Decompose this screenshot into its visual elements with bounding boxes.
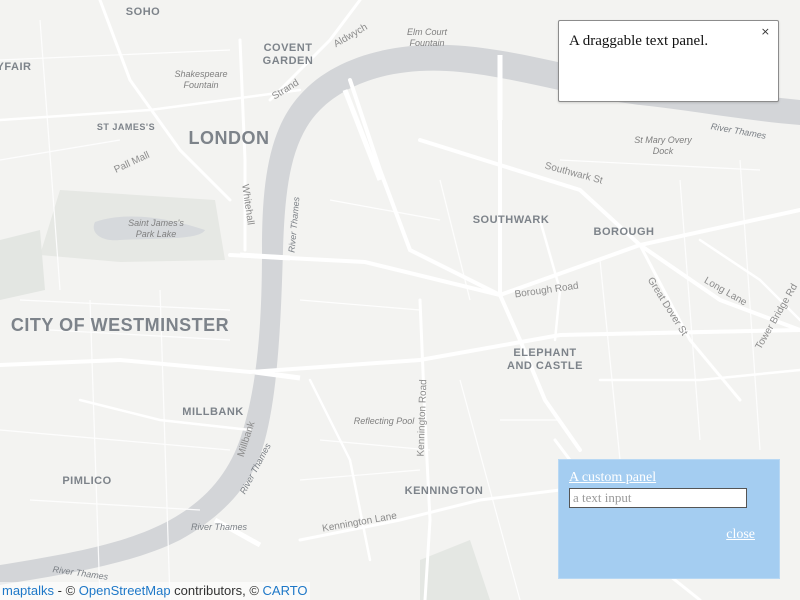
custom-panel-title[interactable]: A custom panel — [569, 470, 656, 486]
label-millbank: MILLBANK — [182, 406, 243, 418]
close-link[interactable]: close — [726, 527, 755, 543]
label-st-mary-overy-2: Dock — [653, 146, 674, 156]
label-st-james-park-1: Saint James's — [128, 218, 184, 228]
green-park — [0, 230, 45, 300]
label-london: LONDON — [189, 128, 270, 148]
label-covent-garden-2: GARDEN — [263, 55, 314, 67]
label-shakespeare-1: Shakespeare — [174, 69, 227, 79]
maptalks-link[interactable]: maptalks — [2, 583, 54, 598]
openstreetmap-link[interactable]: OpenStreetMap — [79, 583, 171, 598]
label-shakespeare-2: Fountain — [183, 80, 218, 90]
label-southwark: SOUTHWARK — [473, 214, 550, 226]
label-elephant-1: ELEPHANT — [513, 347, 576, 359]
label-elm-court-2: Fountain — [409, 38, 444, 48]
attribution-contributors: contributors, © — [170, 583, 263, 598]
label-st-james: ST JAMES'S — [97, 122, 155, 132]
label-kennington: KENNINGTON — [405, 485, 484, 497]
label-covent-garden-1: COVENT — [264, 42, 313, 54]
label-mayfair: YFAIR — [0, 61, 31, 73]
attribution-sep: - © — [54, 583, 79, 598]
draggable-panel-text: A draggable text panel. — [569, 33, 709, 49]
label-westminster: CITY OF WESTMINSTER — [11, 315, 229, 335]
draggable-text-panel[interactable]: A draggable text panel. × — [558, 20, 779, 102]
close-icon[interactable]: × — [761, 25, 770, 38]
map-attribution: maptalks - © OpenStreetMap contributors,… — [0, 582, 310, 600]
label-elephant-2: AND CASTLE — [507, 360, 583, 372]
label-st-james-park-2: Park Lake — [136, 229, 177, 239]
custom-panel: A custom panel close — [558, 459, 780, 579]
label-pimlico: PIMLICO — [62, 475, 111, 487]
text-input[interactable] — [569, 488, 747, 508]
carto-link[interactable]: CARTO — [263, 583, 308, 598]
label-borough: BOROUGH — [594, 226, 655, 238]
label-reflecting-pool: Reflecting Pool — [354, 416, 416, 426]
label-st-mary-overy-1: St Mary Overy — [634, 135, 692, 145]
label-river-thames-4: River Thames — [191, 522, 248, 532]
label-soho: SOHO — [126, 6, 160, 18]
label-elm-court-1: Elm Court — [407, 27, 448, 37]
